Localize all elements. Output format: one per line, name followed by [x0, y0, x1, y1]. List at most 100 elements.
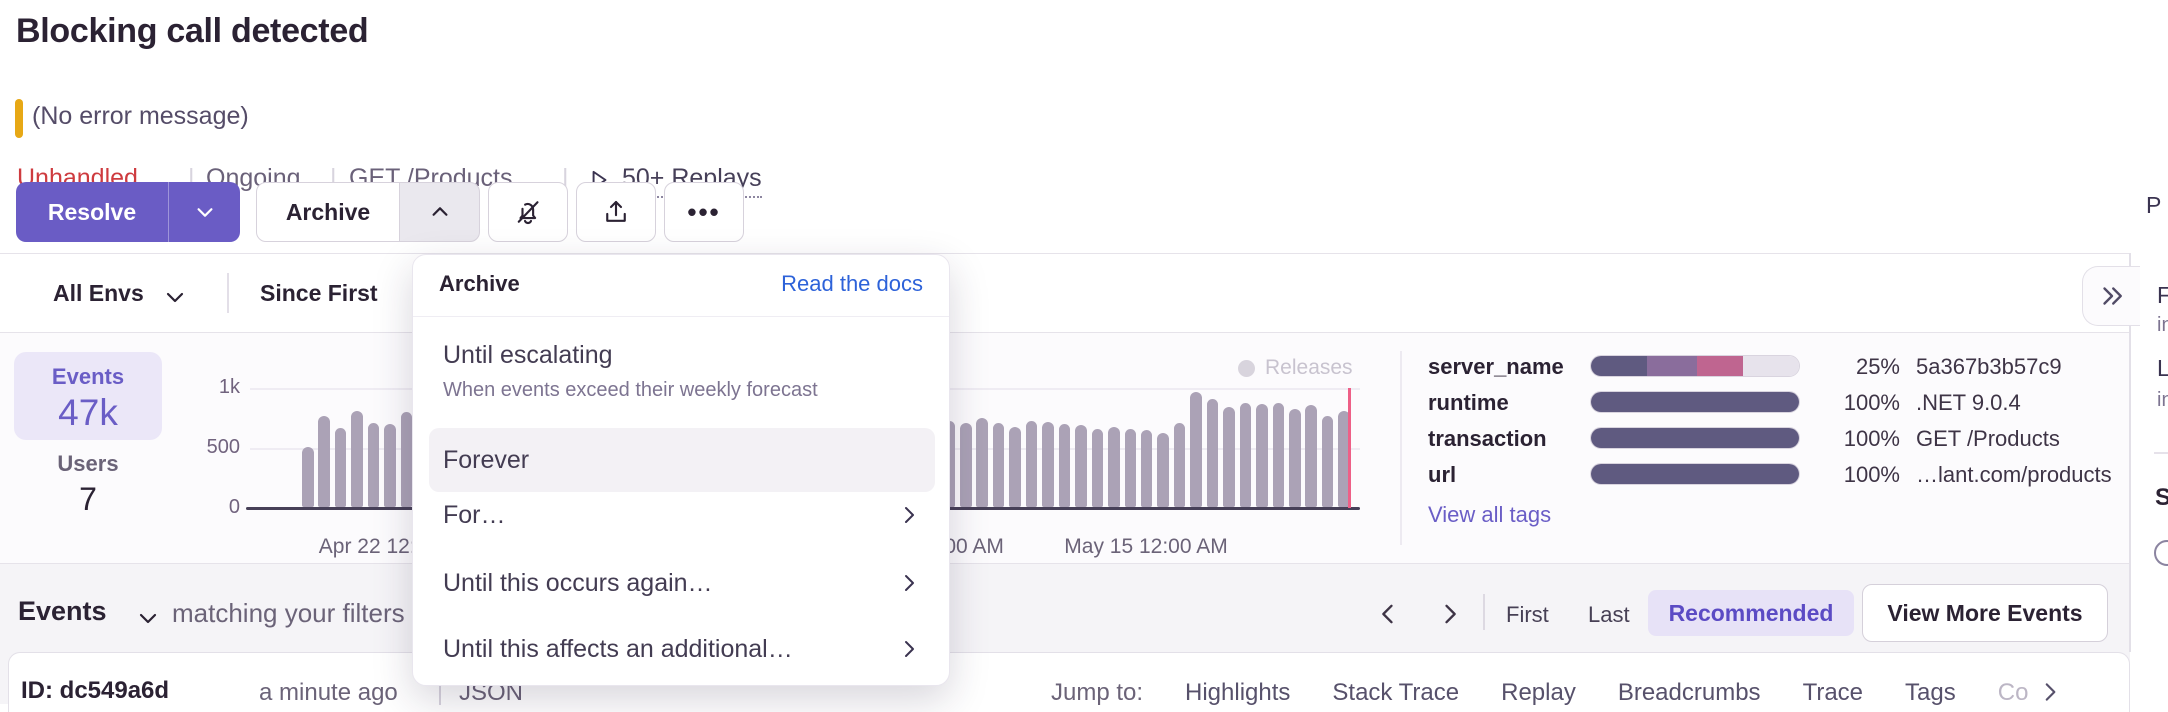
collapse-sidebar-button[interactable] — [2082, 266, 2140, 326]
event-id: ID: dc549a6d — [21, 677, 169, 705]
archive-menu-item[interactable]: Until this affects an additional… — [443, 635, 793, 664]
date-range-filter[interactable]: Since First — [260, 280, 378, 307]
tag-distribution-bar[interactable] — [1590, 355, 1800, 377]
tag-key: url — [1428, 462, 1456, 488]
jump-link[interactable]: Breadcrumbs — [1618, 679, 1761, 707]
chart-bar — [960, 423, 972, 507]
chevron-right-icon — [897, 637, 921, 661]
first-event-option[interactable]: First — [1506, 602, 1549, 628]
jump-link[interactable]: Stack Trace — [1332, 679, 1459, 707]
more-actions-button[interactable]: ••• — [664, 182, 744, 242]
prev-event-button[interactable] — [1374, 600, 1402, 628]
resolve-dropdown-button[interactable] — [168, 182, 240, 242]
tag-bar-segment — [1591, 464, 1799, 484]
release-marker-line — [1348, 388, 1351, 508]
archive-menu-item[interactable]: Until this occurs again… — [443, 569, 713, 598]
releases-legend[interactable]: Releases — [1238, 356, 1353, 380]
chart-bar — [1223, 407, 1235, 507]
tag-value: GET /Products — [1916, 426, 2060, 452]
chart-bar — [318, 416, 330, 507]
last-event-option[interactable]: Last — [1588, 602, 1630, 628]
jump-link[interactable]: Trace — [1803, 679, 1863, 707]
tag-percent: 100% — [1770, 426, 1900, 452]
chart-bar — [1075, 425, 1087, 507]
tag-distribution-bar[interactable] — [1590, 463, 1800, 485]
jump-to-label: Jump to: — [1051, 679, 1143, 707]
archive-menu-item[interactable]: Forever — [443, 446, 529, 475]
issue-level-indicator — [15, 99, 23, 138]
view-all-tags-link[interactable]: View all tags — [1428, 502, 1551, 528]
chart-bar — [1190, 392, 1202, 507]
nav-divider — [1483, 594, 1485, 630]
graph-section: Events 47k Users 7 1k5000 Releases Apr 2… — [0, 333, 2130, 564]
y-axis-tick-label: 1k — [140, 376, 240, 399]
right-sidebar — [2130, 0, 2168, 704]
tag-distribution-bar[interactable] — [1590, 427, 1800, 449]
bell-slash-icon — [513, 197, 543, 227]
tag-bar-segment — [1591, 356, 1647, 376]
tag-value: …lant.com/products — [1916, 462, 2112, 488]
tag-distribution-bar[interactable] — [1590, 391, 1800, 413]
events-dropdown[interactable]: Events — [18, 596, 107, 627]
tag-percent: 100% — [1770, 390, 1900, 416]
legend-label: Releases — [1265, 356, 1353, 380]
view-more-events-button[interactable]: View More Events — [1862, 584, 2108, 642]
archive-menu-item[interactable]: For… — [443, 501, 506, 530]
archive-button[interactable]: Archive — [256, 182, 400, 242]
chart-bar — [1174, 423, 1186, 507]
ellipsis-icon: ••• — [687, 197, 720, 228]
jump-link[interactable]: Tags — [1905, 679, 1956, 707]
y-axis-tick-label: 0 — [140, 496, 240, 519]
archive-menu-header: Archive Read the docs — [413, 255, 949, 317]
tag-key: server_name — [1428, 354, 1564, 380]
next-event-button[interactable] — [1436, 600, 1464, 628]
archive-dropdown-menu: Archive Read the docs Until escalatingWh… — [412, 254, 950, 686]
archive-dropdown-button[interactable] — [399, 182, 480, 242]
tag-bar-segment — [1647, 356, 1697, 376]
chart-bar — [384, 424, 396, 507]
chart-bar — [1157, 433, 1169, 507]
mute-button[interactable] — [488, 182, 568, 242]
sidebar-text-fragment: P — [2146, 192, 2161, 219]
chevron-down-icon — [194, 201, 216, 223]
chart-bar — [335, 428, 347, 507]
share-button[interactable] — [576, 182, 656, 242]
environment-filter[interactable]: All Envs — [53, 280, 144, 307]
double-chevron-right-icon — [2097, 281, 2127, 311]
sidebar-mini-divider — [2154, 452, 2168, 454]
chart-bar — [1256, 404, 1268, 507]
jump-link[interactable]: Replay — [1501, 679, 1576, 707]
tag-bar-segment — [1697, 356, 1743, 376]
chart-bar — [368, 423, 380, 507]
chart-bar — [1273, 403, 1285, 507]
jump-link[interactable]: Highlights — [1185, 679, 1290, 707]
section-divider — [1400, 351, 1402, 545]
chart-bar — [302, 447, 314, 507]
tag-value: .NET 9.0.4 — [1916, 390, 2021, 416]
chart-bar — [1009, 427, 1021, 507]
chart-bar — [1092, 429, 1104, 507]
chart-bar — [1059, 424, 1071, 507]
chevron-up-icon — [429, 201, 451, 223]
read-the-docs-link[interactable]: Read the docs — [781, 271, 923, 297]
chart-bar — [993, 423, 1005, 507]
events-filter-caption: matching your filters — [172, 598, 405, 629]
x-axis-tick-label: May 15 12:00 AM — [996, 535, 1296, 559]
chart-bar — [1305, 405, 1317, 507]
tag-percent: 100% — [1770, 462, 1900, 488]
chevron-down-icon — [163, 285, 187, 309]
event-timestamp: a minute ago — [259, 679, 398, 707]
resolve-button[interactable]: Resolve — [16, 182, 168, 242]
chart-bar — [351, 411, 363, 507]
sidebar-text-fragment: F — [2157, 282, 2168, 309]
jump-link[interactable]: Co — [1998, 679, 2029, 707]
sidebar-text-fragment: in — [2157, 389, 2168, 412]
error-message: (No error message) — [32, 102, 249, 131]
tag-value: 5a367b3b57c9 — [1916, 354, 2062, 380]
jump-links-overflow-chevron[interactable] — [2037, 679, 2063, 705]
recommended-event-option[interactable]: Recommended — [1648, 590, 1854, 636]
chart-bar — [976, 418, 988, 507]
page-title: Blocking call detected — [16, 12, 368, 51]
archive-menu-item[interactable]: Until escalating — [443, 341, 613, 370]
tag-key: transaction — [1428, 426, 1547, 452]
